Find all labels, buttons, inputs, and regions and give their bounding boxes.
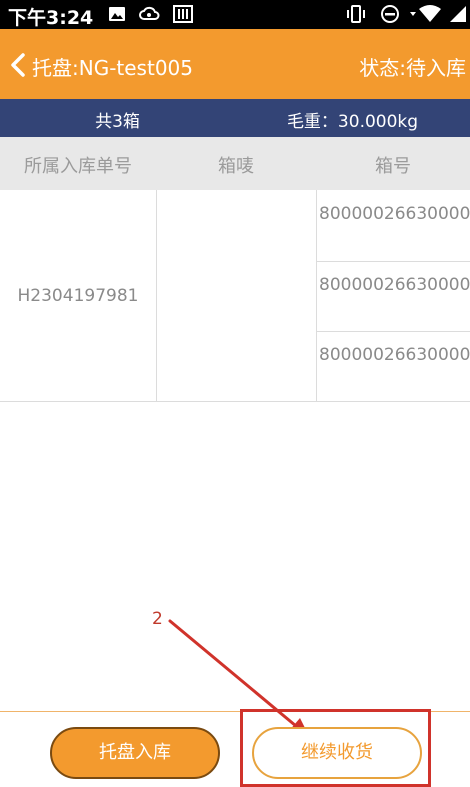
vibrate-icon [347, 5, 365, 23]
table-header: 所属入库单号 箱唛 箱号 [0, 137, 470, 190]
table-row: H2304197981 8000002663000001 80000026630… [0, 190, 470, 402]
order-number-cell: H2304197981 [17, 286, 139, 306]
app-header: 托盘:NG-test005 状态:待入库 [0, 29, 470, 99]
back-arrow-icon[interactable] [8, 53, 28, 77]
signal-icon [450, 6, 466, 22]
box-count: 共3箱 [95, 112, 140, 132]
pallet-status: 状态:待入库 [359, 56, 466, 80]
do-not-disturb-icon [381, 5, 399, 23]
annotation-label: 2 [152, 609, 163, 629]
status-bar: 下午3:24 [0, 0, 470, 29]
column-divider [156, 190, 157, 402]
column-header-box-mark: 箱唛 [218, 156, 254, 177]
status-time: 下午3:24 [8, 7, 94, 29]
annotation-highlight-box [240, 709, 431, 787]
cloud-sync-icon [139, 6, 160, 20]
box-number-cell: 8000002663000002 [319, 275, 470, 295]
summary-bar: 共3箱 毛重：30.000kg [0, 99, 470, 137]
image-icon [109, 7, 125, 21]
wifi-icon [410, 5, 441, 22]
gross-weight: 毛重：30.000kg [286, 112, 419, 132]
box-number-cell: 8000002663000003 [319, 345, 470, 365]
box-number-cell: 8000002663000001 [319, 204, 470, 224]
column-header-order-no: 所属入库单号 [24, 156, 132, 177]
pallet-in-button[interactable]: 托盘入库 [50, 727, 220, 779]
column-header-box-no: 箱号 [375, 156, 411, 177]
page-title: 托盘:NG-test005 [32, 56, 193, 80]
barcode-icon [173, 5, 193, 23]
